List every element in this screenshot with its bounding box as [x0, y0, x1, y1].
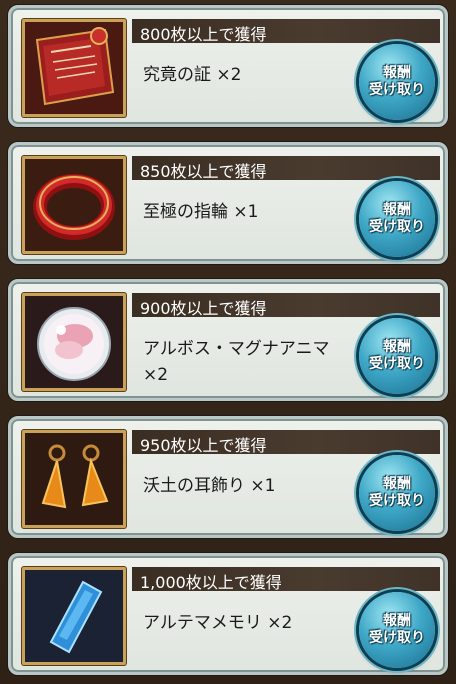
- claim-button-label-line2: 受け取り: [369, 493, 425, 509]
- reward-item-name: 究竟の証 ×2: [143, 65, 242, 85]
- claim-reward-button[interactable]: 報酬 受け取り: [359, 592, 435, 668]
- claim-button-label-line2: 受け取り: [369, 630, 425, 646]
- reward-card: 950枚以上で獲得 沃土の耳飾り ×1 報酬 受け取り: [8, 416, 448, 538]
- claim-button-label-line1: 報酬: [383, 613, 411, 629]
- reward-threshold-bar: 950枚以上で獲得: [132, 430, 440, 455]
- reward-threshold-label: 950枚以上で獲得: [140, 436, 267, 455]
- earrings-icon: [22, 430, 126, 528]
- reward-threshold-label: 900枚以上で獲得: [140, 299, 267, 318]
- reward-list: 800枚以上で獲得 究竟の証 ×2 報酬 受け取り 850枚以上で獲得 至極の指…: [0, 0, 456, 684]
- reward-threshold-label: 800枚以上で獲得: [140, 25, 267, 44]
- reward-item-name: 沃土の耳飾り ×1: [143, 476, 276, 496]
- reward-item-name: 至極の指輪 ×1: [143, 202, 259, 222]
- scroll-icon: [22, 19, 126, 117]
- reward-card: 900枚以上で獲得 アルボス・マグナアニマ ×2 報酬 受け取り: [8, 279, 448, 401]
- claim-button-label-line2: 受け取り: [369, 82, 425, 98]
- ring-icon: [22, 156, 126, 254]
- claim-button-label-line1: 報酬: [383, 202, 411, 218]
- reward-threshold-label: 850枚以上で獲得: [140, 162, 267, 181]
- claim-reward-button[interactable]: 報酬 受け取り: [359, 181, 435, 257]
- reward-threshold-bar: 1,000枚以上で獲得: [132, 567, 440, 592]
- reward-threshold-bar: 800枚以上で獲得: [132, 19, 440, 44]
- claim-button-label-line2: 受け取り: [369, 219, 425, 235]
- claim-button-label-line1: 報酬: [383, 65, 411, 81]
- claim-reward-button[interactable]: 報酬 受け取り: [359, 44, 435, 120]
- claim-reward-button[interactable]: 報酬 受け取り: [359, 455, 435, 531]
- reward-card: 1,000枚以上で獲得 アルテマメモリ ×2 報酬 受け取り: [8, 553, 448, 675]
- reward-threshold-label: 1,000枚以上で獲得: [140, 573, 282, 592]
- claim-reward-button[interactable]: 報酬 受け取り: [359, 318, 435, 394]
- claim-button-label-line2: 受け取り: [369, 356, 425, 372]
- crystal-shard-icon: [22, 567, 126, 665]
- reward-threshold-bar: 850枚以上で獲得: [132, 156, 440, 181]
- claim-button-label-line1: 報酬: [383, 476, 411, 492]
- reward-threshold-bar: 900枚以上で獲得: [132, 293, 440, 318]
- reward-item-name: アルボス・マグナアニマ ×2: [143, 339, 330, 385]
- orb-icon: [22, 293, 126, 391]
- claim-button-label-line1: 報酬: [383, 339, 411, 355]
- reward-item-name: アルテマメモリ ×2: [143, 613, 293, 633]
- reward-card: 800枚以上で獲得 究竟の証 ×2 報酬 受け取り: [8, 5, 448, 127]
- reward-card: 850枚以上で獲得 至極の指輪 ×1 報酬 受け取り: [8, 142, 448, 264]
